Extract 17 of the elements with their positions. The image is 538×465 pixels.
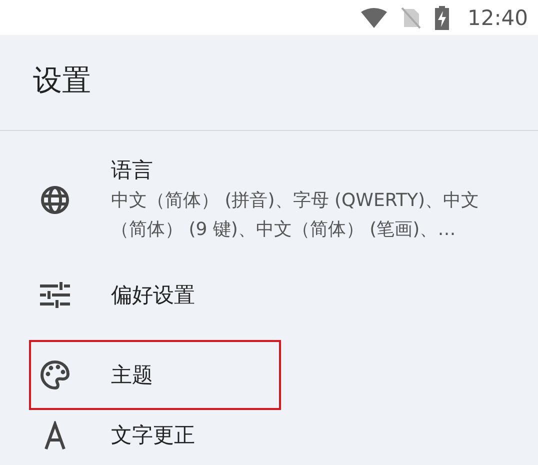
clock-time: 12:40 — [467, 6, 528, 30]
item-title: 文字更正 — [111, 422, 195, 449]
battery-charging-icon — [435, 6, 450, 30]
sliders-icon — [40, 282, 70, 308]
item-title: 主题 — [111, 362, 153, 389]
item-title: 语言 — [111, 157, 154, 184]
item-summary: 中文（简体） (拼音)、字母 (QWERTY)、中文（简体） (9 键)、中文（简体） (笔画)、… — [111, 189, 480, 242]
settings-item[interactable]: 偏好设置 — [29, 260, 281, 330]
settings-item[interactable]: 主题 — [29, 340, 281, 410]
globe-icon — [40, 185, 70, 215]
wifi-icon — [361, 8, 388, 28]
palette-icon — [40, 360, 70, 390]
page-title: 设置 — [33, 62, 91, 99]
settings-item[interactable]: 语言 中文（简体） (拼音)、字母 (QWERTY)、中文（简体） (9 键)、中文（简体） (笔画)、… — [29, 150, 528, 250]
settings-item[interactable]: 文字更正 — [29, 411, 281, 455]
item-title: 偏好设置 — [111, 282, 195, 309]
no-sim-icon — [401, 6, 422, 28]
